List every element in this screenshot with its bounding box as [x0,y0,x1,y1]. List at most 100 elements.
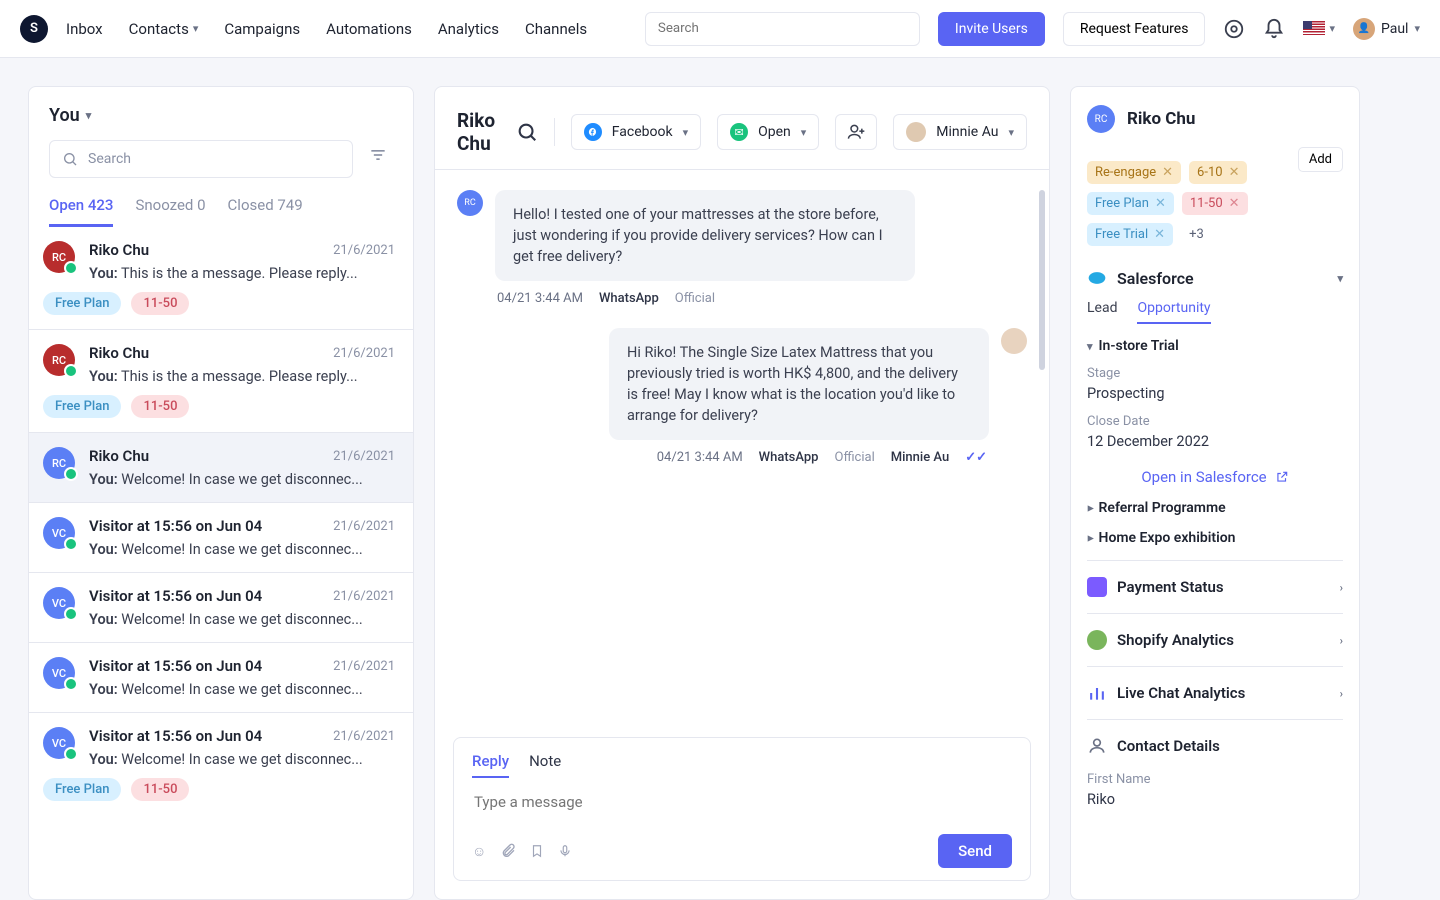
composer-tab-reply[interactable]: Reply [472,752,509,778]
contact-tag[interactable]: 11-50 ✕ [1182,192,1248,215]
tab-snoozed[interactable]: Snoozed 0 [135,196,205,227]
message-channel: WhatsApp [599,291,659,306]
open-in-salesforce-link[interactable]: Open in Salesforce [1087,468,1343,486]
close-date-label: Close Date [1087,414,1343,429]
conversation-preview: You: This is the a message. Please reply… [89,265,395,282]
conversation-item[interactable]: RCRiko Chu21/6/2021You: Welcome! In case… [29,432,413,502]
status-label: Open [758,124,791,140]
subtab-opportunity[interactable]: Opportunity [1137,300,1210,324]
emoji-button[interactable]: ☺ [472,843,486,860]
remove-tag-icon[interactable]: ✕ [1229,196,1240,211]
first-name-label: First Name [1087,772,1343,787]
global-search-input[interactable] [645,12,920,46]
message-composer: Reply Note ☺ Send [453,737,1031,881]
send-button[interactable]: Send [938,834,1012,868]
status-selector[interactable]: ✉ Open ▾ [717,114,819,150]
presence-icon [64,261,78,275]
nav-campaigns[interactable]: Campaigns [224,20,300,38]
conversation-item[interactable]: VCVisitor at 15:56 on Jun 0421/6/2021You… [29,502,413,572]
add-collaborator-button[interactable] [835,114,877,150]
inbox-owner-selector[interactable]: You ▾ [49,105,393,126]
composer-tab-note[interactable]: Note [529,752,561,778]
microphone-icon [558,843,572,859]
subtab-lead[interactable]: Lead [1087,300,1117,324]
conversation-date: 21/6/2021 [333,659,395,674]
nav-channels[interactable]: Channels [525,20,587,38]
conversation-date: 21/6/2021 [333,346,395,361]
presence-icon [64,467,78,481]
scrollbar[interactable] [1039,190,1045,370]
bookmark-button[interactable] [530,843,544,859]
search-icon [516,121,538,143]
person-add-icon [846,122,866,142]
request-features-button[interactable]: Request Features [1063,12,1206,46]
inbox-search-input[interactable]: Search [49,140,353,178]
conversation-item[interactable]: VCVisitor at 15:56 on Jun 0421/6/2021You… [29,712,413,815]
locale-selector[interactable]: ▾ [1303,21,1335,37]
conversation-item[interactable]: RCRiko Chu21/6/2021You: This is the a me… [29,329,413,432]
chevron-right-icon: ▾ [1083,535,1096,541]
tab-open[interactable]: Open 423 [49,196,113,227]
attachment-button[interactable] [500,843,516,859]
contact-tag[interactable]: Re-engage ✕ [1087,161,1181,184]
channel-selector[interactable]: Facebook ▾ [571,114,701,150]
avatar: 👤 [1353,18,1375,40]
message-bubble: Hello! I tested one of your mattresses a… [495,190,915,281]
remove-tag-icon[interactable]: ✕ [1229,165,1240,180]
opportunity-referral[interactable]: ▾ Referral Programme [1087,500,1343,516]
chevron-right-icon: ▾ [1083,505,1096,511]
conversation-date: 21/6/2021 [333,243,395,258]
opportunity-expo[interactable]: ▾ Home Expo exhibition [1087,530,1343,546]
conversation-item[interactable]: VCVisitor at 15:56 on Jun 0421/6/2021You… [29,572,413,642]
chevron-down-icon: ▾ [1329,22,1335,35]
current-user-menu[interactable]: 👤 Paul ▾ [1353,18,1420,40]
voice-button[interactable] [558,843,572,859]
nav-analytics[interactable]: Analytics [438,20,499,38]
nav-automations[interactable]: Automations [326,20,412,38]
filter-button[interactable] [363,140,393,170]
invite-users-button[interactable]: Invite Users [938,12,1045,46]
remove-tag-icon[interactable]: ✕ [1154,227,1165,242]
conversation-item[interactable]: RCRiko Chu21/6/2021You: This is the a me… [29,227,413,329]
primary-nav: Inbox Contacts▾ Campaigns Automations An… [66,20,587,38]
contact-tag[interactable]: Free Trial ✕ [1087,223,1173,246]
section-title: Shopify Analytics [1117,631,1234,649]
add-tag-button[interactable]: Add [1298,147,1343,172]
salesforce-section-header[interactable]: Salesforce ▾ [1087,268,1343,288]
nav-contacts[interactable]: Contacts▾ [129,20,199,38]
settings-icon[interactable] [1223,18,1245,40]
inbox-status-tabs: Open 423 Snoozed 0 Closed 749 [49,196,393,227]
conversation-name: Visitor at 15:56 on Jun 04 [89,517,262,535]
conversation-search-button[interactable] [516,121,538,143]
tag: 11-50 [131,778,189,801]
nav-inbox[interactable]: Inbox [66,20,103,38]
conversation-title: Riko Chu [457,109,500,155]
shopify-section[interactable]: Shopify Analytics › [1087,613,1343,666]
remove-tag-icon[interactable]: ✕ [1162,165,1173,180]
avatar: VC [43,727,75,759]
more-tags[interactable]: +3 [1181,223,1212,246]
opportunity-name: Referral Programme [1099,500,1226,516]
conversation-date: 21/6/2021 [333,519,395,534]
remove-tag-icon[interactable]: ✕ [1155,196,1166,211]
person-icon [1087,736,1107,756]
shopify-icon [1087,630,1107,650]
first-name-value: Riko [1087,791,1343,808]
external-link-icon [1275,470,1289,484]
livechat-analytics-section[interactable]: Live Chat Analytics › [1087,666,1343,719]
contact-tag[interactable]: 6-10 ✕ [1189,161,1247,184]
app-logo[interactable]: S [20,15,48,43]
message-input[interactable] [472,790,1012,814]
bookmark-icon [530,843,544,859]
contact-tag[interactable]: Free Plan ✕ [1087,192,1174,215]
contact-details-section[interactable]: Contact Details [1087,719,1343,772]
assignee-selector[interactable]: Minnie Au ▾ [893,114,1027,150]
tab-closed[interactable]: Closed 749 [228,196,303,227]
conversation-preview: You: Welcome! In case we get disconnec..… [89,751,395,768]
conversation-item[interactable]: VCVisitor at 15:56 on Jun 0421/6/2021You… [29,642,413,712]
payment-status-section[interactable]: Payment Status › [1087,560,1343,613]
opportunity-instore[interactable]: ▾ In-store Trial [1087,338,1343,354]
chevron-down-icon: ▾ [86,109,92,122]
notifications-icon[interactable] [1263,18,1285,40]
chevron-down-icon: ▾ [193,22,199,35]
